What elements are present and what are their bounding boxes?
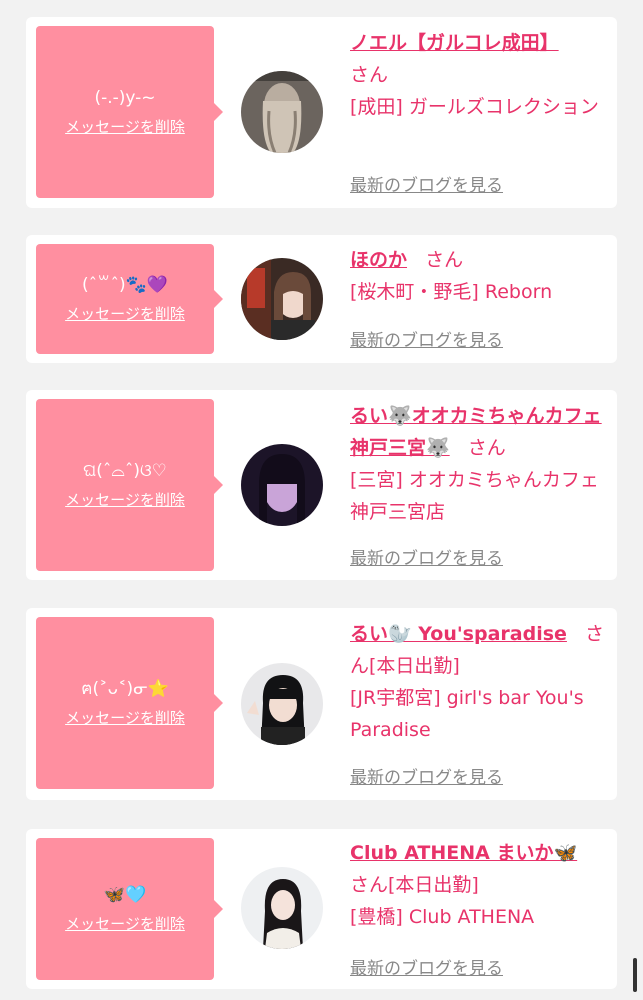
message-text: (ˆ꒳ˆ)🐾💜	[82, 275, 168, 295]
cast-name-link[interactable]: Club ATHENA まいか🦋	[350, 842, 577, 864]
latest-blog-link[interactable]: 最新のブログを見る	[350, 171, 503, 196]
message-card: 🦋🩵 メッセージを削除 Club ATHENA まいか🦋 さん[本日出勤] [豊…	[26, 829, 617, 989]
shop-info: [桜木町・野毛] Reborn	[350, 281, 553, 303]
message-card: (-.-)y-~ メッセージを削除 ノエル【ガルコレ成田】 さん [成田] ガー…	[26, 17, 617, 208]
honorific: さん	[350, 64, 389, 86]
delete-message-link[interactable]: メッセージを削除	[65, 489, 185, 510]
shop-info: [JR宇都宮] girl's bar You's Paradise	[350, 687, 584, 741]
avatar[interactable]	[241, 71, 323, 153]
avatar[interactable]	[241, 867, 323, 949]
delete-message-link[interactable]: メッセージを削除	[65, 707, 185, 728]
latest-blog-link[interactable]: 最新のブログを見る	[350, 326, 503, 351]
message-bubble: ଘ(ˆ⌓ˆ)ଓ♡ メッセージを削除	[36, 399, 223, 571]
cast-name-link[interactable]: ノエル【ガルコレ成田】	[350, 32, 559, 54]
avatar[interactable]	[241, 444, 323, 526]
cast-info: Club ATHENA まいか🦋 さん[本日出勤] [豊橋] Club ATHE…	[350, 837, 606, 933]
message-text: (-.-)y-~	[94, 88, 156, 108]
message-bubble: 🦋🩵 メッセージを削除	[36, 838, 223, 980]
cast-name-link[interactable]: るい🦭 You'sparadise	[350, 623, 567, 645]
shop-info: [豊橋] Club ATHENA	[350, 906, 535, 928]
latest-blog-link[interactable]: 最新のブログを見る	[350, 763, 503, 788]
avatar[interactable]	[241, 258, 323, 340]
message-text: 🦋🩵	[103, 885, 147, 905]
cast-info: ほのか さん [桜木町・野毛] Reborn	[350, 244, 606, 308]
honorific: さん[本日出勤]	[350, 874, 479, 896]
delete-message-link[interactable]: メッセージを削除	[65, 303, 185, 324]
shop-info: [成田] ガールズコレクション	[350, 96, 599, 118]
shop-info: [三宮] オオカミちゃんカフェ神戸三宮店	[350, 469, 599, 523]
message-card: ଘ(ˆ⌓ˆ)ଓ♡ メッセージを削除 るい🐺オオカミちゃんカフェ神戸三宮🐺 さん …	[26, 390, 617, 580]
delete-message-link[interactable]: メッセージを削除	[65, 116, 185, 137]
delete-message-link[interactable]: メッセージを削除	[65, 913, 185, 934]
cast-name-link[interactable]: ほのか	[350, 249, 407, 271]
message-bubble: (-.-)y-~ メッセージを削除	[36, 26, 223, 198]
message-bubble: ฅ(˃ᴗ˂)ᓂ⭐ メッセージを削除	[36, 617, 223, 789]
message-card: ฅ(˃ᴗ˂)ᓂ⭐ メッセージを削除 るい🦭 You'sparadise さん[本…	[26, 608, 617, 800]
honorific: さん	[425, 249, 464, 271]
message-card: (ˆ꒳ˆ)🐾💜 メッセージを削除 ほのか さん [桜木町・野毛] Reborn …	[26, 235, 617, 363]
cast-info: ノエル【ガルコレ成田】 さん [成田] ガールズコレクション	[350, 27, 606, 123]
latest-blog-link[interactable]: 最新のブログを見る	[350, 954, 503, 979]
message-bubble: (ˆ꒳ˆ)🐾💜 メッセージを削除	[36, 244, 223, 354]
latest-blog-link[interactable]: 最新のブログを見る	[350, 544, 503, 569]
message-text: ฅ(˃ᴗ˂)ᓂ⭐	[81, 679, 169, 699]
cast-info: るい🦭 You'sparadise さん[本日出勤] [JR宇都宮] girl'…	[350, 618, 606, 746]
message-text: ଘ(ˆ⌓ˆ)ଓ♡	[83, 461, 167, 481]
cast-info: るい🐺オオカミちゃんカフェ神戸三宮🐺 さん [三宮] オオカミちゃんカフェ神戸三…	[350, 400, 606, 528]
avatar[interactable]	[241, 663, 323, 745]
honorific: さん	[467, 437, 506, 459]
scrollbar[interactable]	[633, 958, 637, 992]
